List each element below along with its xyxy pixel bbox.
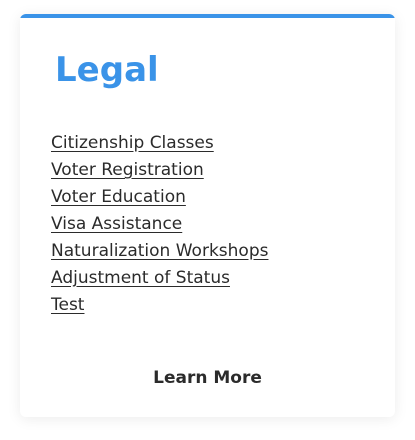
card-accent-bar [20,14,395,18]
list-item: Voter Registration [51,157,268,184]
link-adjustment-of-status[interactable]: Adjustment of Status [51,268,230,288]
link-visa-assistance[interactable]: Visa Assistance [51,214,182,234]
link-voter-education[interactable]: Voter Education [51,187,186,207]
learn-more-button[interactable]: Learn More [20,368,395,388]
list-item: Test [51,292,268,319]
list-item: Citizenship Classes [51,130,268,157]
list-item: Adjustment of Status [51,265,268,292]
service-link-list: Citizenship Classes Voter Registration V… [51,130,268,319]
list-item: Naturalization Workshops [51,238,268,265]
link-naturalization-workshops[interactable]: Naturalization Workshops [51,241,268,261]
link-voter-registration[interactable]: Voter Registration [51,160,204,180]
list-item: Voter Education [51,184,268,211]
service-card-legal: Legal Citizenship Classes Voter Registra… [20,14,395,417]
link-test[interactable]: Test [51,295,84,315]
link-citizenship-classes[interactable]: Citizenship Classes [51,133,214,153]
card-title: Legal [55,50,159,90]
list-item: Visa Assistance [51,211,268,238]
